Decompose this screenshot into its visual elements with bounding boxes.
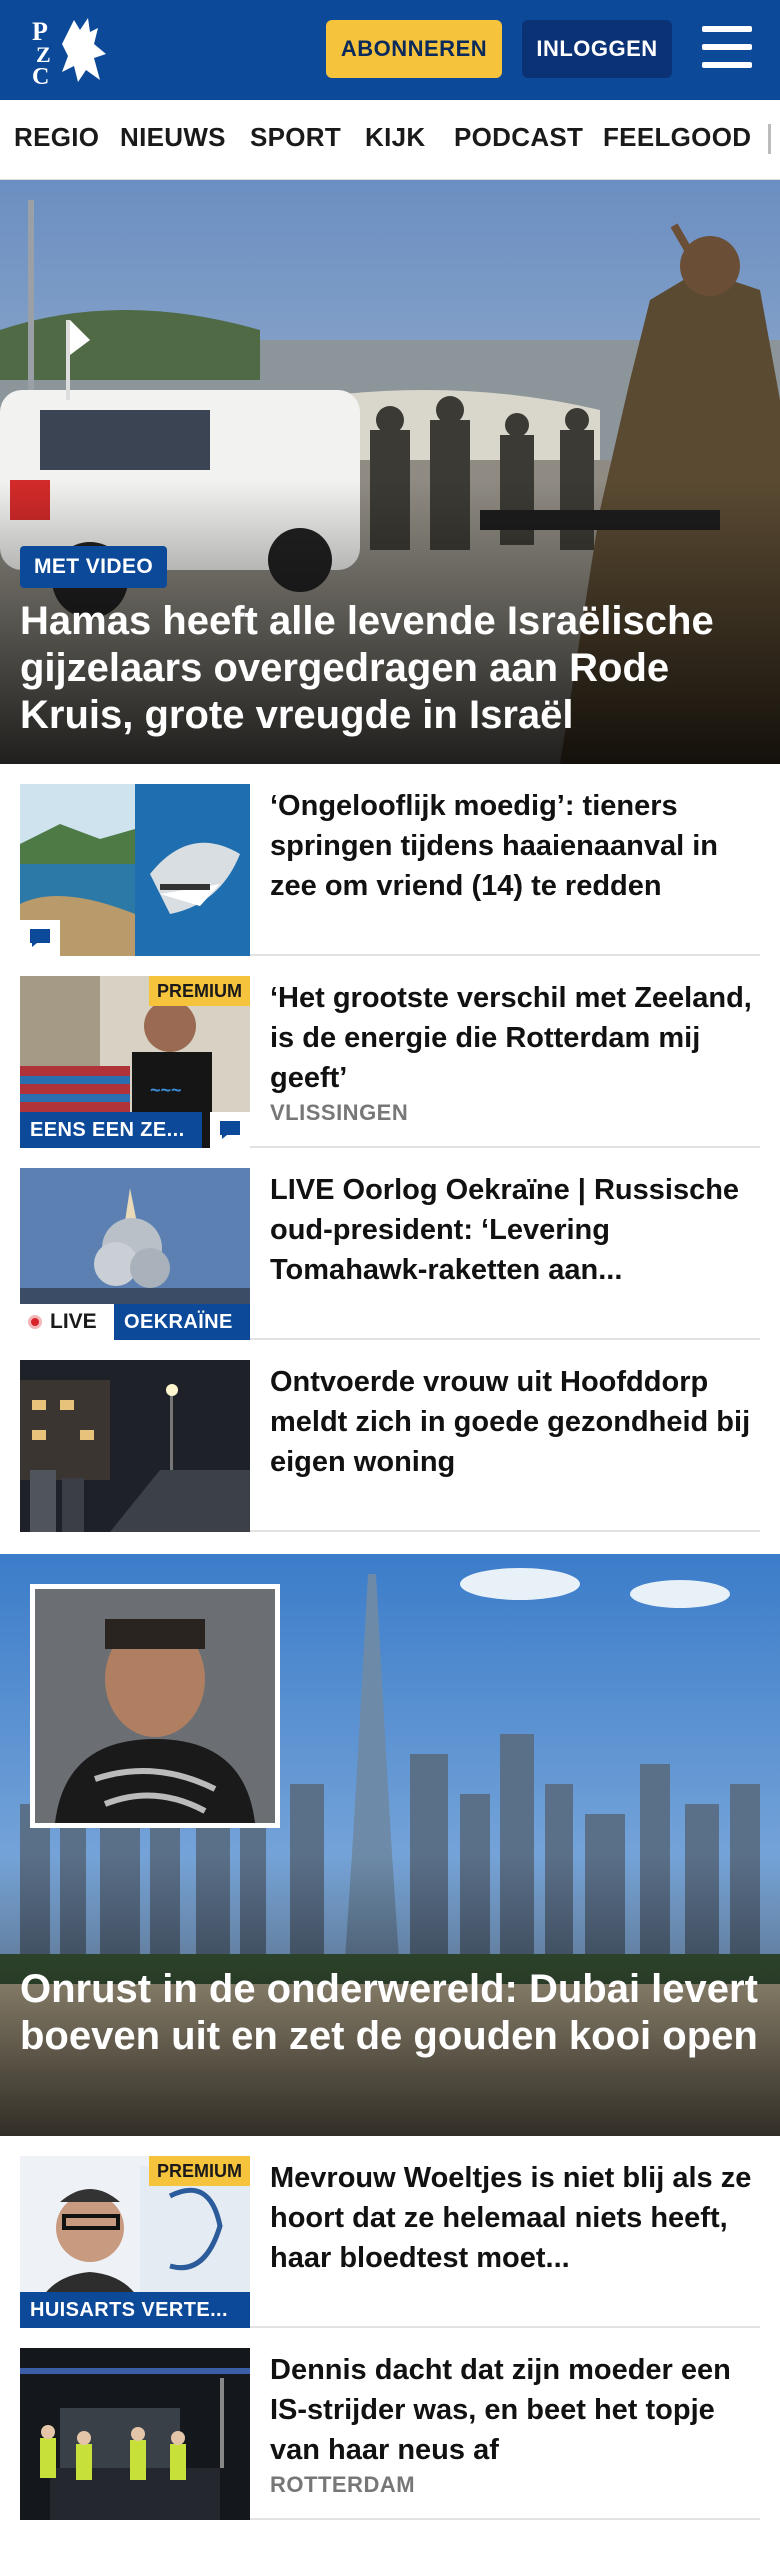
article-card[interactable]: LIVE OEKRAÏNE LIVE Oorlog Oekraïne | Rus… (20, 1148, 760, 1340)
article-title[interactable]: ‘Het grootste verschil met Zeeland, is d… (270, 978, 760, 1098)
hero-title[interactable]: Hamas heeft alle levende Israëlische gij… (20, 598, 760, 739)
article-thumbnail (20, 784, 250, 956)
article-title[interactable]: LIVE Oorlog Oekraïne | Russische oud-pre… (270, 1170, 760, 1290)
login-button[interactable]: INLOGGEN (522, 20, 672, 78)
live-badge: LIVE (20, 1304, 114, 1340)
feature-article[interactable]: Onrust in de onderwereld: Dubai levert b… (0, 1554, 780, 2136)
video-badge: MET VIDEO (20, 546, 168, 588)
pzc-logo[interactable]: P Z C (28, 14, 112, 90)
nav-item-regio[interactable]: REGIO (14, 122, 99, 153)
nav-item-feelgood[interactable]: FEELGOOD (603, 122, 751, 153)
article-thumbnail: LIVE OEKRAÏNE (20, 1168, 250, 1340)
article-card[interactable]: ‘Ongelooflijk moedig’: tieners springen … (20, 764, 760, 956)
section-label: EENS EEN ZE... (20, 1112, 202, 1148)
section-label: OEKRAÏNE (114, 1304, 250, 1340)
article-thumbnail (20, 1360, 250, 1532)
svg-text:C: C (32, 64, 49, 86)
hero-article[interactable]: MET VIDEO Hamas heeft alle levende Israë… (0, 180, 780, 764)
nav-item-sport[interactable]: SPORT (250, 122, 341, 153)
comment-icon (20, 920, 60, 956)
article-title[interactable]: Dennis dacht dat zijn moeder een IS-stri… (270, 2350, 760, 2470)
nav-item-nieuws[interactable]: NIEUWS (120, 122, 226, 153)
premium-badge: PREMIUM (149, 976, 250, 1006)
article-card[interactable]: Dennis dacht dat zijn moeder een IS-stri… (20, 2328, 760, 2520)
article-title[interactable]: ‘Ongelooflijk moedig’: tieners springen … (270, 786, 760, 906)
nav-item-podcast[interactable]: PODCAST (454, 122, 583, 153)
svg-text:~~~: ~~~ (150, 1080, 182, 1100)
live-dot-icon (28, 1315, 42, 1329)
article-thumbnail: PREMIUM HUISARTS VERTE... (20, 2156, 250, 2328)
article-card[interactable]: ~~~ PREMIUM EENS EEN ZE... ‘Het grootste… (20, 956, 760, 1148)
article-location: ROTTERDAM (270, 2472, 416, 2497)
article-title[interactable]: Mevrouw Woeltjes is niet blij als ze hoo… (270, 2158, 760, 2278)
subscribe-button[interactable]: ABONNEREN (326, 20, 502, 78)
article-card[interactable]: Ontvoerde vrouw uit Hoofddorp meldt zich… (20, 1340, 760, 1532)
article-location: VLISSINGEN (270, 1100, 409, 1125)
premium-badge: PREMIUM (149, 2156, 250, 2186)
article-thumbnail: ~~~ PREMIUM EENS EEN ZE... (20, 976, 250, 1148)
comment-icon (210, 1112, 250, 1148)
article-thumbnail (20, 2348, 250, 2520)
nav-overflow-indicator (768, 124, 771, 154)
section-label: HUISARTS VERTE... (20, 2292, 250, 2328)
article-title[interactable]: Ontvoerde vrouw uit Hoofddorp meldt zich… (270, 1362, 760, 1482)
nav-item-kijk[interactable]: KIJK (365, 122, 425, 153)
section-nav: REGIO NIEUWS SPORT KIJK PODCAST FEELGOOD (0, 100, 780, 180)
site-header: P Z C ABONNEREN INLOGGEN (0, 0, 780, 100)
feature-title[interactable]: Onrust in de onderwereld: Dubai levert b… (20, 1966, 760, 2060)
hamburger-menu-icon[interactable] (700, 24, 754, 74)
feature-inset-photo (30, 1584, 280, 1828)
article-card[interactable]: PREMIUM HUISARTS VERTE... Mevrouw Woeltj… (20, 2136, 760, 2328)
